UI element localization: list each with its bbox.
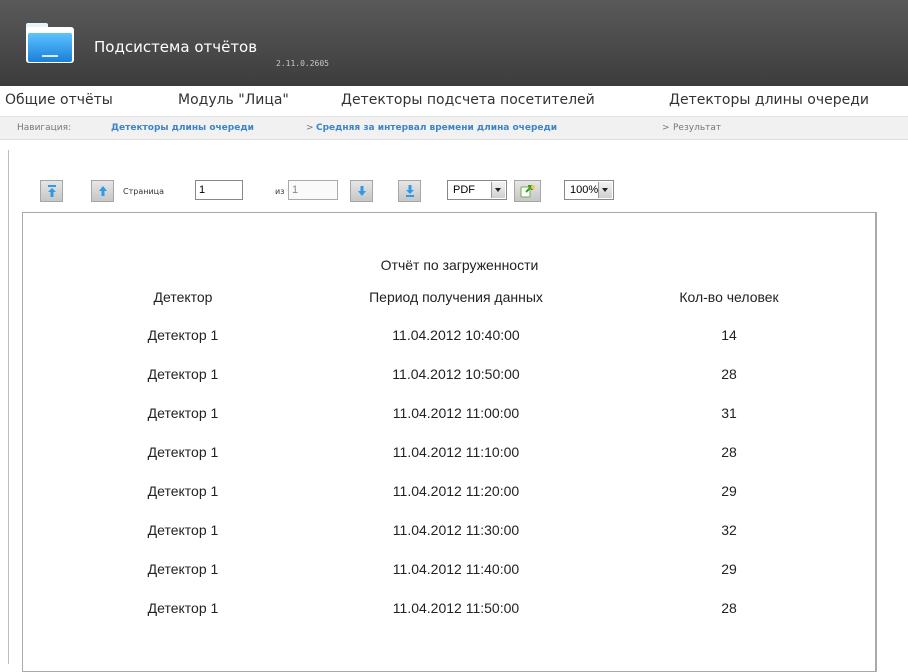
cell-detector: Детектор 1 <box>147 483 219 499</box>
export-icon <box>520 185 535 198</box>
breadcrumb-prefix: Навигация: <box>17 123 72 133</box>
main-menu: Общие отчёты Модуль "Лица" Детекторы под… <box>0 86 908 117</box>
cell-period: 11.04.2012 10:50:00 <box>392 366 520 382</box>
cell-period: 11.04.2012 11:50:00 <box>392 600 520 616</box>
total-pages-field <box>288 180 338 200</box>
previous-page-icon <box>99 186 107 196</box>
breadcrumb-current: Результат <box>673 123 722 133</box>
cell-period: 11.04.2012 10:40:00 <box>392 327 520 343</box>
breadcrumb-separator: > <box>306 123 314 133</box>
cell-detector: Детектор 1 <box>147 327 219 343</box>
menu-item-general-reports[interactable]: Общие отчёты <box>5 92 113 109</box>
folder-icon <box>26 23 74 63</box>
app-header: Подсистема отчётов 2.11.0.2605 <box>0 0 908 86</box>
menu-item-queue-detectors[interactable]: Детекторы длины очереди <box>669 92 869 109</box>
cell-detector: Детектор 1 <box>147 600 219 616</box>
frame-border <box>8 150 9 664</box>
column-header-people-count: Кол-во человек <box>679 289 779 305</box>
export-format-select[interactable]: PDF <box>447 180 507 200</box>
chevron-down-icon <box>491 182 505 198</box>
menu-item-faces-module[interactable]: Модуль "Лица" <box>178 92 289 109</box>
cell-people-count: 29 <box>721 483 737 499</box>
report-page: Отчёт по загруженности Детектор Период п… <box>22 212 877 672</box>
zoom-value: 100% <box>570 184 599 196</box>
app-version: 2.11.0.2605 <box>276 59 329 68</box>
cell-people-count: 32 <box>721 522 737 538</box>
breadcrumb: Навигация: Детекторы длины очереди > Сре… <box>0 117 908 140</box>
cell-people-count: 28 <box>721 600 737 616</box>
cell-detector: Детектор 1 <box>147 444 219 460</box>
last-page-icon <box>406 185 414 197</box>
of-label: из <box>275 187 285 196</box>
app-title: Подсистема отчётов <box>94 38 258 56</box>
cell-detector: Детектор 1 <box>147 366 219 382</box>
zoom-select[interactable]: 100% <box>564 180 614 200</box>
menu-item-visitor-counters[interactable]: Детекторы подсчета посетителей <box>341 92 595 109</box>
breadcrumb-separator: > <box>662 123 670 133</box>
export-format-value: PDF <box>453 184 475 196</box>
chevron-down-icon <box>598 182 612 198</box>
next-page-button[interactable] <box>350 180 373 202</box>
next-page-icon <box>358 186 366 196</box>
column-header-period: Период получения данных <box>369 289 543 305</box>
page-number-input[interactable] <box>195 180 243 200</box>
cell-people-count: 29 <box>721 561 737 577</box>
breadcrumb-link-average-queue[interactable]: Средняя за интервал времени длина очеред… <box>316 117 557 139</box>
column-header-detector: Детектор <box>153 289 213 305</box>
cell-period: 11.04.2012 11:30:00 <box>392 522 520 538</box>
export-button[interactable] <box>514 180 541 202</box>
cell-period: 11.04.2012 11:00:00 <box>392 405 520 421</box>
cell-period: 11.04.2012 11:10:00 <box>392 444 520 460</box>
cell-period: 11.04.2012 11:20:00 <box>392 483 520 499</box>
page-label: Страница <box>123 187 165 196</box>
cell-period: 11.04.2012 11:40:00 <box>392 561 520 577</box>
breadcrumb-link-queue-detectors[interactable]: Детекторы длины очереди <box>111 117 254 139</box>
cell-detector: Детектор 1 <box>147 561 219 577</box>
cell-detector: Детектор 1 <box>147 405 219 421</box>
cell-people-count: 28 <box>721 444 737 460</box>
last-page-button[interactable] <box>398 180 421 202</box>
cell-people-count: 14 <box>721 327 737 343</box>
report-title: Отчёт по загруженности <box>380 257 539 273</box>
cell-people-count: 28 <box>721 366 737 382</box>
previous-page-button[interactable] <box>91 180 114 202</box>
first-page-icon <box>48 185 56 197</box>
first-page-button[interactable] <box>40 180 63 202</box>
cell-people-count: 31 <box>721 405 737 421</box>
cell-detector: Детектор 1 <box>147 522 219 538</box>
